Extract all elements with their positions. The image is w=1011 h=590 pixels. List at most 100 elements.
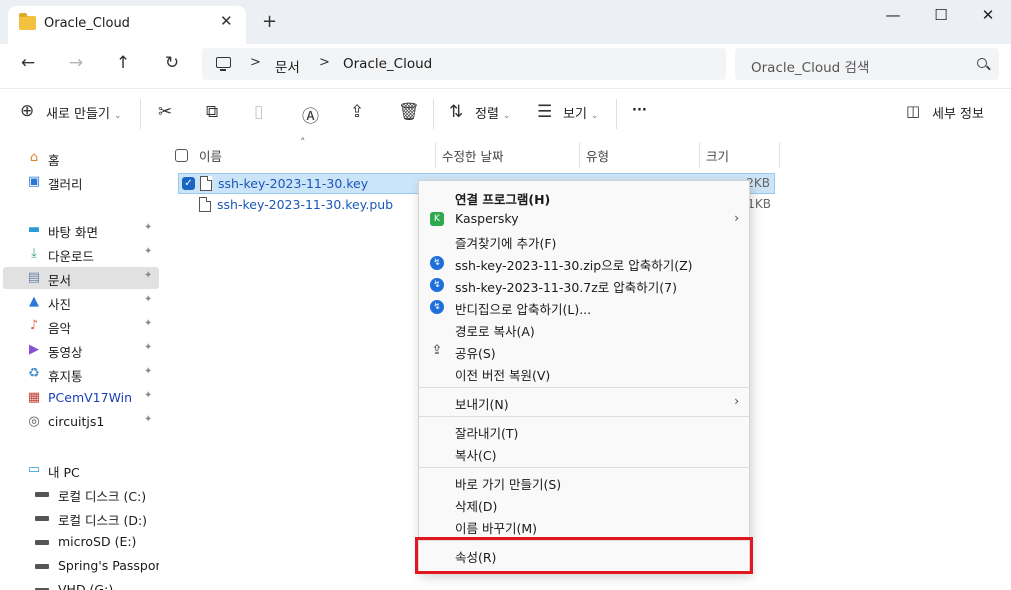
- submenu-arrow-icon: ›: [734, 211, 739, 225]
- bandizip-icon: ↯: [430, 300, 444, 314]
- pin-icon: ✦: [144, 270, 153, 281]
- column-divider[interactable]: [435, 142, 436, 168]
- sidebar-item-music[interactable]: ♪ 음악 ✦: [3, 315, 159, 337]
- sidebar-item-drive-g[interactable]: VHD (G:): [3, 579, 159, 590]
- column-size[interactable]: 크기: [706, 146, 729, 165]
- menu-item-create-shortcut[interactable]: 바로 가기 만들기(S): [419, 471, 749, 493]
- menu-item-kaspersky[interactable]: K Kaspersky ›: [419, 208, 749, 230]
- pictures-icon: ▲: [29, 294, 39, 309]
- folder-icon: [19, 13, 36, 30]
- menu-item-rename[interactable]: 이름 바꾸기(M): [419, 515, 749, 537]
- column-divider[interactable]: [779, 142, 780, 168]
- chevron-right-icon[interactable]: >: [319, 55, 330, 70]
- sidebar-item-desktop[interactable]: ▬ 바탕 화면 ✦: [3, 219, 159, 241]
- sidebar-item-pcem[interactable]: ▦ PCemV17Win ✦: [3, 387, 159, 409]
- cut-icon[interactable]: ✂: [158, 102, 172, 122]
- column-divider[interactable]: [699, 142, 700, 168]
- more-options-button[interactable]: ···: [632, 103, 647, 118]
- file-name[interactable]: ssh-key-2023-11-30.key: [218, 176, 368, 191]
- menu-item-send-to[interactable]: 보내기(N) ›: [419, 391, 749, 413]
- sidebar-item-drive-e[interactable]: microSD (E:): [3, 531, 159, 553]
- delete-icon[interactable]: 🗑: [398, 102, 420, 122]
- menu-item-add-favorites[interactable]: 즐겨찾기에 추가(F): [419, 230, 749, 252]
- sidebar-item-videos[interactable]: ▶ 동영상 ✦: [3, 339, 159, 361]
- menu-item-open-with[interactable]: 연결 프로그램(H): [419, 186, 749, 208]
- sidebar-item-drive-d[interactable]: 로컬 디스크 (D:): [3, 507, 159, 529]
- sidebar-item-home[interactable]: ⌂ 홈: [3, 147, 159, 169]
- details-button[interactable]: 세부 정보: [932, 103, 984, 122]
- menu-item-label: 이전 버전 복원(V): [455, 368, 551, 383]
- details-pane-icon[interactable]: ◫: [906, 102, 920, 120]
- sidebar-item-this-pc[interactable]: ▭ 내 PC: [3, 459, 159, 481]
- breadcrumb-documents[interactable]: 문서: [275, 56, 300, 76]
- copy-icon[interactable]: ⧉: [206, 102, 218, 122]
- sidebar-item-label: VHD (G:): [58, 582, 114, 590]
- column-divider[interactable]: [579, 142, 580, 168]
- select-all-checkbox[interactable]: [175, 149, 188, 162]
- breadcrumb-oracle-cloud[interactable]: Oracle_Cloud: [343, 56, 432, 72]
- search-placeholder[interactable]: Oracle_Cloud 검색: [751, 56, 869, 76]
- column-modified[interactable]: 수정한 날짜: [442, 146, 503, 165]
- new-button[interactable]: 새로 만들기 ⌄: [46, 103, 121, 122]
- sort-button-label: 정렬: [475, 107, 499, 122]
- sidebar-item-label: 내 PC: [48, 465, 80, 480]
- view-icon[interactable]: ☰: [537, 102, 552, 122]
- rename-icon[interactable]: Ⓐ: [302, 102, 319, 127]
- sidebar-item-gallery[interactable]: ▣ 갤러리: [3, 171, 159, 193]
- sidebar-item-downloads[interactable]: ⤓ 다운로드 ✦: [3, 243, 159, 265]
- sidebar-item-circuitjs[interactable]: ◎ circuitjs1 ✦: [3, 411, 159, 433]
- documents-icon: ▤: [27, 270, 41, 285]
- sort-button[interactable]: 정렬 ⌄: [475, 103, 510, 122]
- computer-icon[interactable]: [216, 57, 231, 71]
- minimize-button[interactable]: —: [878, 6, 908, 26]
- sidebar-item-documents[interactable]: ▤ 문서 ✦: [3, 267, 159, 289]
- menu-item-restore-versions[interactable]: 이전 버전 복원(V): [419, 362, 749, 384]
- chevron-right-icon[interactable]: >: [250, 55, 261, 70]
- chevron-down-icon: ⌄: [113, 111, 122, 121]
- sort-icon[interactable]: ⇅: [449, 102, 463, 122]
- share-icon[interactable]: ⇪: [350, 102, 364, 122]
- new-tab-button[interactable]: +: [262, 11, 277, 32]
- refresh-button[interactable]: ↻: [158, 53, 186, 77]
- plus-circle-icon[interactable]: ⊕: [20, 101, 34, 121]
- file-name[interactable]: ssh-key-2023-11-30.key.pub: [217, 197, 393, 212]
- sidebar-item-recycle-bin[interactable]: ♻ 휴지통 ✦: [3, 363, 159, 385]
- up-button[interactable]: ↑: [109, 53, 137, 77]
- menu-item-delete[interactable]: 삭제(D): [419, 493, 749, 515]
- menu-item-cut[interactable]: 잘라내기(T): [419, 420, 749, 442]
- back-button[interactable]: ←: [14, 53, 42, 77]
- menu-item-copy[interactable]: 복사(C): [419, 442, 749, 464]
- column-name[interactable]: 이름: [199, 146, 222, 165]
- address-bar[interactable]: > 문서 > Oracle_Cloud: [202, 48, 726, 80]
- search-box[interactable]: Oracle_Cloud 검색: [735, 48, 999, 80]
- menu-separator: [419, 387, 749, 388]
- paste-icon[interactable]: ▯: [254, 102, 263, 122]
- column-type[interactable]: 유형: [586, 146, 609, 165]
- gallery-icon: ▣: [27, 174, 41, 189]
- menu-item-zip[interactable]: ↯ ssh-key-2023-11-30.zip으로 압축하기(Z): [419, 252, 749, 274]
- file-icon: [200, 176, 212, 191]
- divider: [433, 99, 434, 129]
- close-window-button[interactable]: ✕: [973, 6, 1003, 26]
- menu-item-7z[interactable]: ↯ ssh-key-2023-11-30.7z로 압축하기(7): [419, 274, 749, 296]
- maximize-button[interactable]: ☐: [926, 6, 956, 26]
- menu-item-label: 이름 바꾸기(M): [455, 521, 538, 536]
- sidebar-item-drive-c[interactable]: 로컬 디스크 (C:): [3, 483, 159, 505]
- sidebar-item-pictures[interactable]: ▲ 사진 ✦: [3, 291, 159, 313]
- menu-item-label: 잘라내기(T): [455, 426, 519, 441]
- menu-item-share[interactable]: ⇪ 공유(S): [419, 340, 749, 362]
- menu-item-copy-path[interactable]: 경로로 복사(A): [419, 318, 749, 340]
- context-menu: 연결 프로그램(H) K Kaspersky › 즐겨찾기에 추가(F) ↯ s…: [418, 180, 750, 573]
- tab-close-icon[interactable]: ✕: [220, 12, 233, 30]
- menu-item-label: Kaspersky: [455, 211, 519, 226]
- search-icon[interactable]: [977, 58, 987, 68]
- kaspersky-icon: K: [430, 212, 444, 226]
- pin-icon: ✦: [144, 318, 153, 329]
- forward-button[interactable]: →: [62, 53, 90, 77]
- row-checkbox[interactable]: ✓: [182, 177, 195, 190]
- tab-oracle-cloud[interactable]: Oracle_Cloud ✕: [8, 6, 246, 44]
- menu-item-label: 연결 프로그램(H): [455, 192, 551, 207]
- menu-item-bandizip[interactable]: ↯ 반디집으로 압축하기(L)...: [419, 296, 749, 318]
- view-button[interactable]: 보기 ⌄: [563, 103, 598, 122]
- sidebar-item-drive-f[interactable]: Spring's Passport (F: [3, 555, 159, 577]
